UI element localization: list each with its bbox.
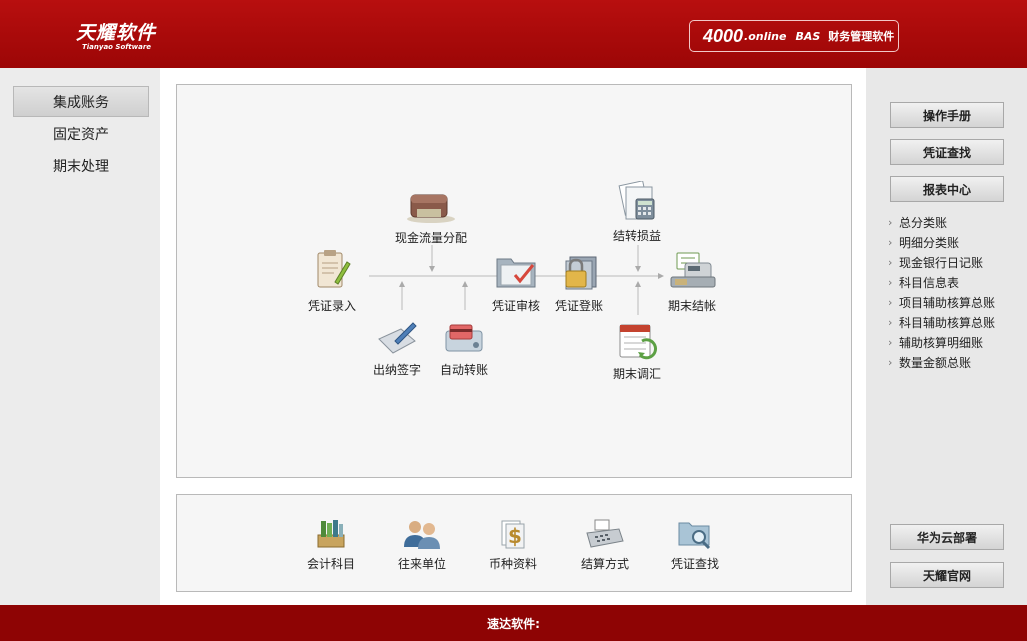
calculator-docs-icon [618,181,655,220]
report-link[interactable]: › 现金银行日记账 [888,252,995,272]
chevron-right-icon: › [888,255,893,269]
cash-register-icon [670,252,716,288]
basic-data-panel: 会计科目 往来单位 $ 币种资料 结算方式 凭证查找 [176,494,852,592]
flow-voucher-audit-label: 凭证审核 [492,299,541,313]
chevron-right-icon: › [888,355,893,369]
flow-cashier-sign[interactable]: 出纳签字 [373,319,421,378]
ledger-books-icon [317,520,345,548]
flow-auto-transfer[interactable]: 自动转账 [440,319,488,378]
main-content: 凭证录入 现金流量分配 出纳签字 自动转账 凭证审核 凭证登账 结转损益 期末调… [160,68,866,605]
product-bas: BAS [795,29,821,43]
flow-voucher-entry[interactable]: 凭证录入 [308,249,356,314]
flow-cashflow-label: 现金流量分配 [395,231,468,245]
bottom-voucher-search[interactable]: 凭证查找 [671,517,719,572]
header-bar: 天耀软件 Tianyao Software 4000 .online BAS 财… [0,0,1027,68]
product-online: .online [744,29,787,43]
logo-chinese: 天耀软件 [76,22,157,44]
report-link[interactable]: › 科目信息表 [888,272,995,292]
report-link[interactable]: › 总分类账 [888,212,995,232]
flow-voucher-entry-label: 凭证录入 [308,299,357,313]
logo-english: Tianyao Software [82,43,152,51]
bottom-settlement-label: 结算方式 [581,557,630,571]
workflow-panel: 凭证录入 现金流量分配 出纳签字 自动转账 凭证审核 凭证登账 结转损益 期末调… [176,84,852,478]
chevron-right-icon: › [888,275,893,289]
folder-check-icon [496,258,536,288]
report-link[interactable]: › 明细分类账 [888,232,995,252]
bottom-currency-label: 币种资料 [489,557,538,571]
report-center-button[interactable]: 报表中心 [890,176,1004,202]
folder-search-icon [678,522,711,550]
sign-pen-icon [378,322,417,354]
chevron-right-icon: › [888,315,893,329]
wallet-icon [407,194,455,223]
flow-period-close-label: 期末结帐 [667,299,716,313]
product-name: 财务管理软件 [828,30,895,43]
flow-cashflow[interactable]: 现金流量分配 [395,189,467,246]
flow-carry-pl[interactable]: 结转损益 [613,181,661,244]
chevron-right-icon: › [888,235,893,249]
voucher-search-button[interactable]: 凭证查找 [890,139,1004,165]
bottom-accounts-label: 会计科目 [307,557,356,571]
footer-bar: 速达软件: [0,605,1027,641]
official-site-button[interactable]: 天耀官网 [890,562,1004,588]
footer-text: 速达软件: [487,616,540,631]
bottom-accounts[interactable]: 会计科目 [307,517,355,572]
report-link[interactable]: › 科目辅助核算总账 [888,312,995,332]
clipboard-pencil-icon [317,250,351,288]
flow-voucher-post-label: 凭证登账 [555,299,604,313]
nav-integrated-accounts[interactable]: 集成账务 [13,86,149,117]
people-icon [404,521,440,549]
right-sidebar: 操作手册 凭证查找 报表中心 › 总分类账 › 明细分类账 › 现金银行日记账 › 科目… [866,68,1027,605]
product-badge: 4000 .online BAS 财务管理软件 [689,20,899,52]
pos-machine-icon [586,519,624,548]
product-number: 4000 [703,25,744,46]
bottom-partners-label: 往来单位 [398,557,447,571]
calendar-refresh-icon [619,324,658,360]
flow-auto-transfer-label: 自动转账 [440,363,489,377]
nav-period-end[interactable]: 期末处理 [13,150,149,181]
flow-period-adjust-label: 期末调汇 [613,367,662,381]
bottom-partners[interactable]: 往来单位 [398,517,446,572]
flow-period-adjust[interactable]: 期末调汇 [613,319,661,382]
report-link[interactable]: › 项目辅助核算总账 [888,292,995,312]
nav-fixed-assets[interactable]: 固定资产 [13,118,149,149]
bottom-settlement[interactable]: 结算方式 [581,517,629,572]
manual-button[interactable]: 操作手册 [890,102,1004,128]
flow-period-close[interactable]: 期末结帐 [667,249,717,314]
bottom-voucher-search-label: 凭证查找 [671,557,720,571]
report-link[interactable]: › 辅助核算明细账 [888,332,995,352]
bottom-currency[interactable]: $ 币种资料 [489,517,537,572]
report-links: › 总分类账 › 明细分类账 › 现金银行日记账 › 科目信息表 › 项目辅助核算总账 ›… [888,212,995,372]
chevron-right-icon: › [888,295,893,309]
dollar-docs-icon: $ [501,520,525,549]
chevron-right-icon: › [888,335,893,349]
flow-carry-pl-label: 结转损益 [613,229,662,243]
locked-book-icon [565,256,597,290]
report-link[interactable]: › 数量金额总账 [888,352,995,372]
flow-cashier-sign-label: 出纳签字 [373,363,422,377]
left-sidebar: 集成账务 固定资产 期末处理 [0,68,160,605]
flow-voucher-audit[interactable]: 凭证审核 [492,251,540,314]
chevron-right-icon: › [888,215,893,229]
huawei-cloud-button[interactable]: 华为云部署 [890,524,1004,550]
card-reader-icon [445,324,483,352]
flow-voucher-post[interactable]: 凭证登账 [555,251,603,314]
brand-logo: 天耀软件 Tianyao Software [76,18,156,51]
svg-text:$: $ [508,524,522,548]
